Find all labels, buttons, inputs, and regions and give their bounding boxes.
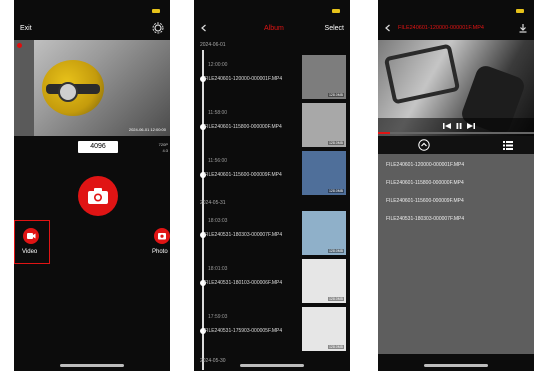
chevron-up-icon[interactable] [418, 139, 430, 151]
item-size: 128.0MB [327, 249, 344, 253]
battery-icon [516, 9, 524, 13]
playlist-item[interactable]: FILE240601-115800-000000F.MP4 [386, 180, 464, 186]
settings-icon[interactable] [152, 22, 164, 34]
item-thumbnail[interactable]: 128.0MB [302, 151, 346, 195]
playlist: FILE240601-120000-000001F.MP4 FILE240601… [378, 154, 534, 354]
album-list-item[interactable]: 17:59:03 FILE240531-175903-000005F.MP4 128… [194, 304, 350, 354]
recording-indicator-icon [17, 43, 22, 48]
video-mode-label: Video [22, 249, 38, 255]
album-title: Album [264, 25, 284, 32]
player-title: FILE240601-120000-000001F.MP4 [398, 25, 484, 31]
album-list-item[interactable]: 18:01:03 FILE240531-180103-000006F.MP4 128… [194, 256, 350, 306]
playback-progress-fill [378, 132, 391, 134]
live-timestamp: 2024-06-01 12:00:00 [128, 127, 166, 132]
battery-icon [332, 9, 340, 13]
item-thumbnail[interactable]: 128.0MB [302, 259, 346, 303]
item-filename: FILE240601-115800-000000F.MP4 [204, 124, 282, 130]
item-filename: FILE240531-180103-000006F.MP4 [204, 280, 283, 286]
item-time: 12:00:00 [208, 62, 228, 68]
resolution-selector[interactable]: 4096 [78, 141, 118, 153]
download-icon[interactable] [518, 23, 528, 33]
album-list-item[interactable]: 12:00:00 FILE240601-120000-000001F.MP4 128… [194, 52, 350, 102]
select-button[interactable]: Select [325, 25, 344, 32]
album-screen: Album Select 2024-06-01 12:00:00 FILE2406… [194, 0, 350, 371]
item-size: 128.0MB [327, 141, 344, 145]
item-filename: FILE240531-175903-000005F.MP4 [204, 328, 283, 334]
capture-button[interactable] [78, 176, 118, 216]
playback-progress-bar[interactable] [378, 132, 534, 134]
live-view-screen: Exit 2024-06-01 12:00:00 4096 720P 4:3 V… [14, 0, 170, 371]
photo-mode-icon [158, 233, 166, 240]
preview-helmet [42, 60, 104, 116]
exit-button[interactable]: Exit [20, 25, 32, 32]
item-thumbnail[interactable]: 128.0MB [302, 211, 346, 255]
helmet-lens [58, 82, 78, 102]
item-size: 128.0MB [327, 93, 344, 97]
video-mode-icon [27, 233, 36, 239]
item-filename: FILE240531-180303-000007F.MP4 [204, 232, 283, 238]
photo-mode-label: Photo [152, 249, 168, 255]
album-date-header: 2024-05-30 [200, 358, 226, 364]
item-thumbnail[interactable]: 128.0MB [302, 307, 346, 351]
album-list-item[interactable]: 11:56:00 FILE240601-115600-000009F.MP4 128… [194, 148, 350, 198]
live-preview: 2024-06-01 12:00:00 [14, 40, 170, 136]
item-time: 11:58:00 [208, 110, 228, 116]
photo-mode-button[interactable] [154, 228, 170, 244]
item-time: 17:59:03 [208, 314, 228, 320]
player-header: FILE240601-120000-000001F.MP4 [378, 18, 534, 40]
item-thumbnail[interactable]: 128.0MB [302, 55, 346, 99]
list-icon[interactable] [502, 139, 514, 151]
item-thumbnail[interactable]: 128.0MB [302, 103, 346, 147]
side-labels: 720P 4:3 [159, 142, 168, 154]
player-screen: FILE240601-120000-000001F.MP4 FILE240601… [378, 0, 534, 371]
item-filename: FILE240601-120000-000001F.MP4 [204, 76, 283, 82]
battery-icon [152, 9, 160, 13]
pause-icon[interactable] [455, 122, 463, 130]
playlist-item[interactable]: FILE240601-115600-000009F.MP4 [386, 198, 464, 204]
next-icon[interactable] [466, 122, 476, 130]
video-frame-shape [383, 43, 461, 105]
home-indicator [424, 364, 488, 367]
item-size: 128.0MB [327, 297, 344, 301]
item-time: 18:01:03 [208, 266, 228, 272]
item-size: 128.0MB [327, 345, 344, 349]
album-list-item[interactable]: 11:58:00 FILE240601-115800-000000F.MP4 128… [194, 100, 350, 150]
back-icon[interactable] [200, 24, 208, 32]
album-date-header: 2024-06-01 [200, 42, 226, 48]
item-filename: FILE240601-115600-000009F.MP4 [204, 172, 282, 178]
live-header: Exit [14, 18, 170, 40]
home-indicator [240, 364, 304, 367]
camera-icon [88, 188, 108, 204]
prev-icon[interactable] [442, 122, 452, 130]
item-time: 18:03:03 [208, 218, 228, 224]
album-list-item[interactable]: 18:03:03 FILE240531-180303-000007F.MP4 128… [194, 208, 350, 258]
item-time: 11:56:00 [208, 158, 228, 164]
home-indicator [60, 364, 124, 367]
back-icon[interactable] [384, 24, 392, 32]
video-mode-button[interactable] [23, 228, 39, 244]
side-label-ratio[interactable]: 4:3 [159, 148, 168, 154]
playlist-item[interactable]: FILE240531-180303-000007F.MP4 [386, 216, 464, 222]
album-header: Album Select [194, 18, 350, 40]
playlist-item[interactable]: FILE240601-120000-000001F.MP4 [386, 162, 464, 168]
item-size: 128.0MB [327, 189, 344, 193]
player-tabs [378, 136, 534, 154]
album-date-header: 2024-05-31 [200, 200, 226, 206]
preview-wall [14, 40, 34, 136]
